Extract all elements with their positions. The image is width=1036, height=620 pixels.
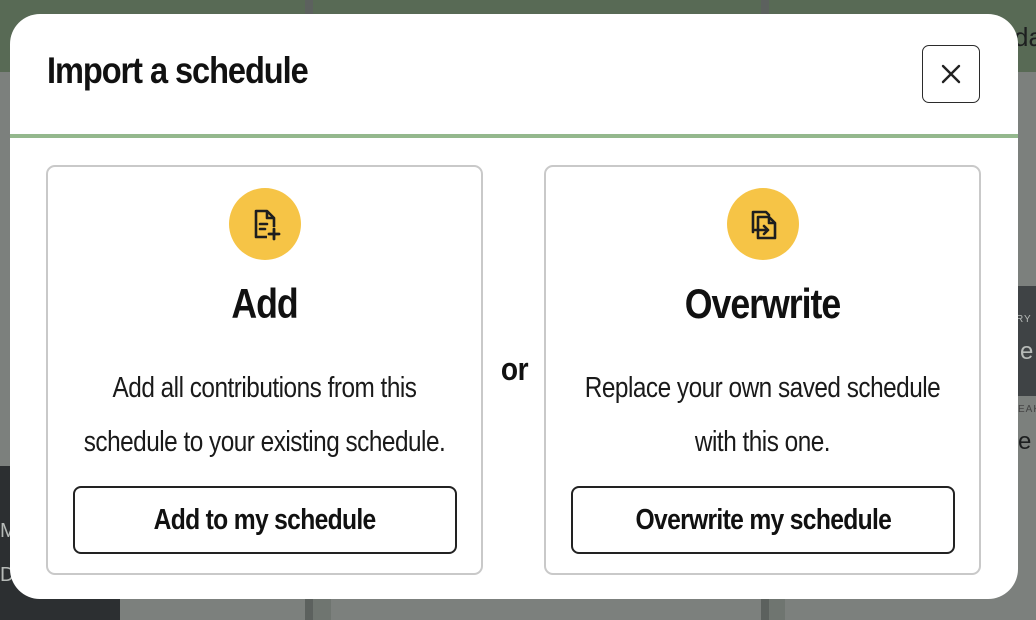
overwrite-option-title: Overwrite: [684, 280, 842, 327]
header-divider: [10, 134, 1018, 138]
overwrite-icon-badge: [726, 188, 799, 260]
background-text: e C: [1020, 338, 1036, 365]
overwrite-option-description-line: Replace your own saved schedule: [584, 372, 941, 404]
background-text: RY: [1016, 314, 1032, 325]
or-separator: or: [500, 351, 529, 387]
file-import-icon: [751, 210, 776, 240]
background-text: EAK: [1018, 404, 1036, 415]
add-button-label: Add to my schedule: [154, 503, 377, 536]
add-option-description-line: Add all contributions from this: [112, 372, 417, 404]
add-icon-badge: [228, 188, 301, 260]
dialog-title: Import a schedule: [47, 50, 309, 91]
add-option-description: Add all contributions from this schedule…: [83, 361, 447, 469]
overwrite-option-card: Overwrite Replace your own saved schedul…: [544, 165, 981, 575]
overwrite-option-description-line: with this one.: [694, 426, 831, 458]
background-text: e B: [1018, 428, 1036, 455]
add-to-my-schedule-button[interactable]: Add to my schedule: [73, 486, 457, 554]
overwrite-my-schedule-button[interactable]: Overwrite my schedule: [571, 486, 955, 554]
close-button[interactable]: [922, 45, 980, 103]
overwrite-option-description: Replace your own saved schedule with thi…: [581, 361, 945, 469]
import-schedule-dialog: Import a schedule Add Add all contributi…: [10, 14, 1018, 599]
file-plus-icon: [254, 209, 281, 241]
add-option-title: Add: [231, 280, 298, 327]
overwrite-button-label: Overwrite my schedule: [635, 503, 891, 536]
add-option-card: Add Add all contributions from this sche…: [46, 165, 483, 575]
add-option-description-line: schedule to your existing schedule.: [83, 426, 446, 458]
close-icon: [941, 64, 961, 84]
